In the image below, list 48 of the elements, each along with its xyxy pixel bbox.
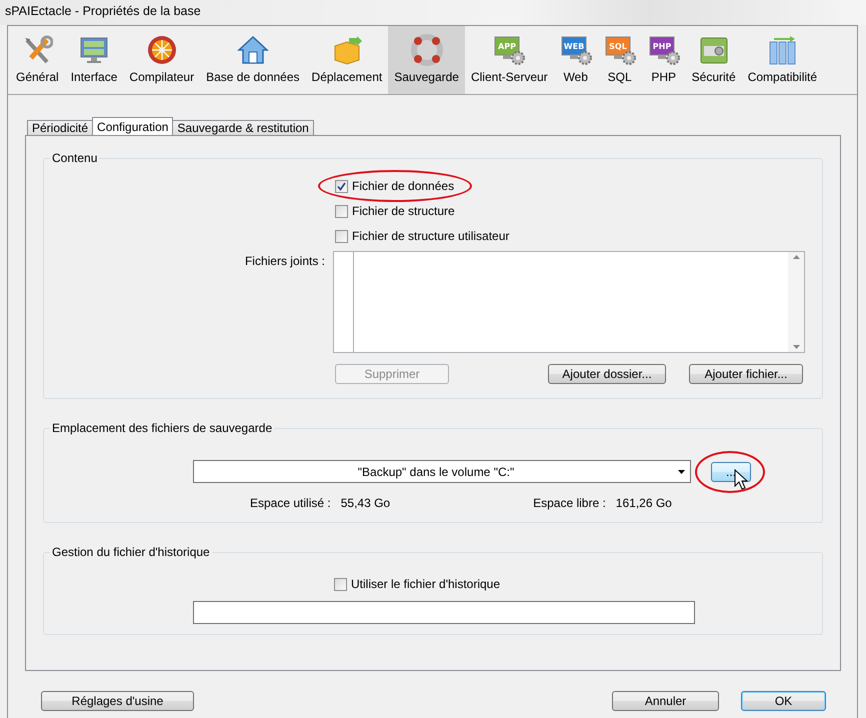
tab[interactable]: Configuration [92, 117, 174, 135]
factory-settings-button[interactable]: Réglages d'usine [41, 691, 194, 711]
checkbox-label: Fichier de structure utilisateur [352, 229, 510, 243]
checkbox[interactable] [335, 180, 348, 192]
used-space-value: 55,43 Go [340, 496, 390, 510]
toolbar-button[interactable]: Base de données [200, 26, 306, 94]
free-space-value: 161,26 Go [616, 496, 672, 510]
location-dropdown[interactable]: "Backup" dans le volume "C:" [193, 460, 691, 483]
checkbox-label: Fichier de données [352, 179, 454, 193]
window-title: sPAIEctacle - Propriétés de la base [0, 0, 866, 25]
toolbar-button[interactable]: Compatibilité [742, 26, 824, 94]
add-file-button[interactable]: Ajouter fichier... [689, 364, 803, 384]
lifebuoy-icon [410, 34, 443, 66]
toolbar-button[interactable]: Sécurité [686, 26, 742, 94]
history-path-field[interactable] [193, 601, 695, 624]
used-space-label: Espace utilisé : [250, 496, 331, 510]
toolbar-button[interactable]: WEB Web [554, 26, 598, 94]
group-title: Contenu [51, 151, 98, 165]
wheel-icon [146, 34, 178, 66]
checkbox[interactable] [335, 230, 348, 242]
checkbox[interactable] [334, 578, 347, 590]
checkbox[interactable] [335, 204, 348, 218]
toolbar-button[interactable]: Général [10, 26, 65, 94]
ok-button[interactable]: OK [741, 691, 826, 711]
group-title: Emplacement des fichiers de sauvegarde [51, 421, 274, 435]
caret-icon [678, 470, 685, 474]
checkbox-label: Fichier de structure [352, 204, 455, 218]
house-icon [236, 34, 269, 66]
tab[interactable]: Sauvegarde & restitution [172, 120, 314, 135]
scroll-down-icon[interactable] [792, 345, 800, 349]
scrollbar[interactable] [788, 252, 804, 352]
toolbar-button[interactable]: Compilateur [123, 26, 200, 94]
cancel-button[interactable]: Annuler [612, 691, 719, 711]
attached-files-list[interactable] [333, 251, 805, 353]
toolbar-button[interactable]: SQL SQL [598, 26, 642, 94]
tab[interactable]: Périodicité [27, 120, 94, 135]
free-space-label: Espace libre : [533, 496, 606, 510]
toolbar-button[interactable]: APP Client-Serveur [464, 26, 554, 94]
checkbox-label: Utiliser le fichier d'historique [351, 577, 500, 591]
toolbar-button[interactable]: Interface [64, 26, 124, 94]
toolbar-button[interactable]: Sauvegarde [388, 26, 465, 94]
field-label: Fichiers joints : [244, 253, 325, 270]
scroll-up-icon[interactable] [792, 255, 800, 259]
toolbar-button[interactable]: PHP PHP [642, 26, 686, 94]
cursor-icon [734, 468, 748, 490]
add-folder-button[interactable]: Ajouter dossier... [548, 364, 666, 384]
group-title: Gestion du fichier d'historique [51, 545, 211, 559]
toolbar-button[interactable]: Déplacement [306, 26, 388, 94]
